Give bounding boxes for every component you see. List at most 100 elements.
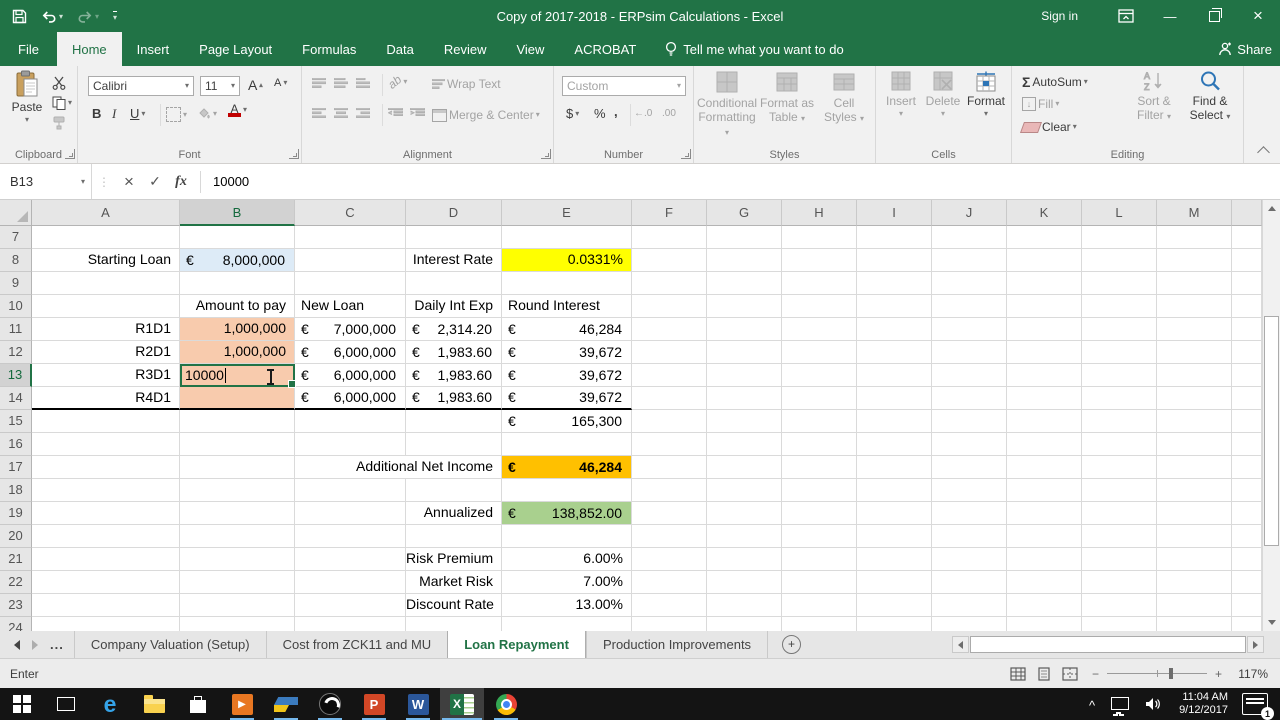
- grow-font-button[interactable]: A ▾: [248, 77, 263, 93]
- cell[interactable]: [932, 433, 1007, 456]
- cell[interactable]: [295, 249, 406, 272]
- column-header-J[interactable]: J: [932, 200, 1007, 226]
- cell[interactable]: [295, 479, 406, 502]
- cancel-button[interactable]: ×: [116, 164, 142, 199]
- cell[interactable]: [857, 548, 932, 571]
- scroll-right-icon[interactable]: [1247, 636, 1264, 653]
- cell[interactable]: [1082, 525, 1157, 548]
- cell[interactable]: [707, 479, 782, 502]
- cell[interactable]: [707, 226, 782, 249]
- cell[interactable]: [1157, 456, 1232, 479]
- cell[interactable]: [32, 617, 180, 631]
- sheet-tab-loan-repayment[interactable]: Loan Repayment: [447, 631, 586, 658]
- cell-C14[interactable]: €6,000,000: [295, 387, 406, 410]
- cell[interactable]: [406, 226, 502, 249]
- number-dialog-launcher[interactable]: [681, 149, 691, 159]
- cell[interactable]: [180, 502, 295, 525]
- cell-D23[interactable]: Discount Rate: [406, 594, 502, 617]
- cell[interactable]: [1082, 226, 1157, 249]
- cell[interactable]: [932, 502, 1007, 525]
- cell[interactable]: [1007, 571, 1082, 594]
- row-header-7[interactable]: 7: [0, 226, 32, 249]
- cell[interactable]: [857, 456, 932, 479]
- bold-button[interactable]: B: [92, 106, 101, 121]
- row-header-24[interactable]: 24: [0, 617, 32, 631]
- cell[interactable]: [857, 295, 932, 318]
- cell[interactable]: [180, 548, 295, 571]
- store-taskbar-button[interactable]: [176, 688, 220, 720]
- cell[interactable]: [932, 272, 1007, 295]
- font-dialog-launcher[interactable]: [289, 149, 299, 159]
- row-header-9[interactable]: 9: [0, 272, 32, 295]
- cell[interactable]: [932, 249, 1007, 272]
- formula-bar-grip[interactable]: ⋮: [92, 175, 116, 189]
- cell[interactable]: [707, 433, 782, 456]
- movies-tv-taskbar-button[interactable]: ▶: [220, 688, 264, 720]
- cell[interactable]: [932, 318, 1007, 341]
- cell[interactable]: [1157, 525, 1232, 548]
- cell[interactable]: [932, 226, 1007, 249]
- normal-view-icon[interactable]: [1010, 666, 1026, 681]
- cell[interactable]: [32, 410, 180, 433]
- save-icon[interactable]: [12, 9, 27, 24]
- cell[interactable]: [1007, 295, 1082, 318]
- cell[interactable]: [857, 479, 932, 502]
- network-tray-icon[interactable]: [1103, 696, 1137, 714]
- row-header-11[interactable]: 11: [0, 318, 32, 341]
- prev-sheet-icon[interactable]: [14, 639, 20, 650]
- insert-cells-button[interactable]: Insert ▾: [882, 70, 920, 118]
- cell[interactable]: [32, 226, 180, 249]
- zoom-slider-thumb[interactable]: [1168, 668, 1173, 679]
- cell[interactable]: [32, 548, 180, 571]
- cell[interactable]: [1007, 318, 1082, 341]
- cell[interactable]: [1232, 410, 1262, 433]
- cell[interactable]: [707, 364, 782, 387]
- cell-B13[interactable]: 10000: [180, 364, 296, 388]
- redo-button[interactable]: ▾: [77, 9, 99, 23]
- cell[interactable]: [295, 594, 406, 617]
- cell[interactable]: [32, 433, 180, 456]
- comma-style-button[interactable]: ,: [614, 104, 618, 119]
- cell[interactable]: [180, 617, 295, 631]
- cell[interactable]: [1157, 502, 1232, 525]
- restore-button[interactable]: [1192, 0, 1236, 32]
- cell-D22[interactable]: Market Risk: [406, 571, 502, 594]
- cell[interactable]: [32, 456, 180, 479]
- cell[interactable]: [406, 272, 502, 295]
- cell[interactable]: [782, 525, 857, 548]
- cell[interactable]: [1007, 433, 1082, 456]
- cell-B12[interactable]: 1,000,000: [180, 341, 295, 364]
- cell[interactable]: [1232, 548, 1262, 571]
- column-header-A[interactable]: A: [32, 200, 180, 226]
- cell[interactable]: [1232, 456, 1262, 479]
- file-explorer-taskbar-button[interactable]: [132, 688, 176, 720]
- cell[interactable]: [857, 226, 932, 249]
- cell[interactable]: [707, 387, 782, 410]
- cell[interactable]: [932, 479, 1007, 502]
- sheet-tab-production-improvements[interactable]: Production Improvements: [585, 631, 769, 658]
- cell[interactable]: [782, 571, 857, 594]
- show-hidden-icons-button[interactable]: ^: [1081, 698, 1103, 713]
- column-header-F[interactable]: F: [632, 200, 707, 226]
- cell[interactable]: [1232, 387, 1262, 410]
- row-header-16[interactable]: 16: [0, 433, 32, 456]
- cell[interactable]: [295, 617, 406, 631]
- row-header-12[interactable]: 12: [0, 341, 32, 364]
- cell[interactable]: [502, 272, 632, 295]
- cell[interactable]: [932, 456, 1007, 479]
- cell[interactable]: [782, 249, 857, 272]
- cell[interactable]: [857, 387, 932, 410]
- cell[interactable]: [32, 502, 180, 525]
- cell[interactable]: [1232, 479, 1262, 502]
- cell[interactable]: [1232, 594, 1262, 617]
- font-color-button[interactable]: A ▾: [228, 103, 247, 117]
- cell[interactable]: [295, 226, 406, 249]
- row-header-14[interactable]: 14: [0, 387, 32, 410]
- cell[interactable]: [1157, 226, 1232, 249]
- tab-review[interactable]: Review: [429, 32, 502, 66]
- cell[interactable]: [632, 433, 707, 456]
- cell-E12[interactable]: €39,672: [502, 341, 632, 364]
- cell[interactable]: [932, 341, 1007, 364]
- cell[interactable]: [406, 525, 502, 548]
- cell[interactable]: [1157, 295, 1232, 318]
